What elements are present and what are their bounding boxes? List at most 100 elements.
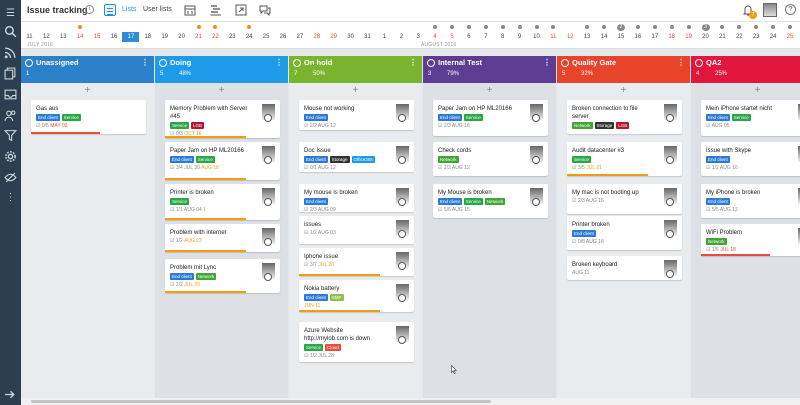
assignee-avatar[interactable]	[262, 104, 275, 122]
assignee-avatar[interactable]	[396, 146, 409, 164]
tab-lists[interactable]: Lists	[122, 6, 136, 13]
timeline-marker[interactable]	[483, 25, 488, 29]
card-tag[interactable]: End client	[572, 230, 596, 237]
user-avatar[interactable]	[763, 3, 777, 17]
assignee-avatar[interactable]	[530, 104, 543, 122]
issue-card[interactable]: Audit datacenter #3 Service ☑ 3/5 JUL 21	[567, 142, 682, 176]
timeline-day[interactable]: 4	[427, 32, 444, 42]
assignee-avatar[interactable]	[396, 252, 409, 270]
timeline-day[interactable]: 19	[156, 32, 173, 42]
timeline-marker[interactable]	[720, 25, 725, 29]
search-icon[interactable]	[4, 25, 17, 38]
timeline-day[interactable]: 21	[714, 32, 731, 42]
timeline-day[interactable]: 18	[663, 32, 680, 42]
assignee-avatar[interactable]	[396, 188, 409, 206]
column-header[interactable]: Unassigned ⋮ 1	[21, 56, 154, 83]
card-tag[interactable]: Service	[463, 198, 483, 205]
expand-icon[interactable]	[235, 4, 247, 16]
scrollbar-thumb[interactable]	[31, 400, 491, 403]
card-tag[interactable]: Service	[463, 114, 483, 121]
card-tag[interactable]: Network	[438, 156, 459, 163]
assignee-avatar[interactable]	[664, 220, 677, 238]
column-menu-icon[interactable]: ⋮	[275, 58, 283, 67]
issue-card[interactable]: Nokia battery End client SMP JUN 11	[299, 280, 414, 312]
timeline-day[interactable]: 10	[528, 32, 545, 42]
timeline-day[interactable]: 6	[460, 32, 477, 42]
timeline-day[interactable]: 24	[765, 32, 782, 42]
horizontal-scrollbar[interactable]	[21, 398, 800, 405]
timeline-count-badge[interactable]: 3	[701, 24, 710, 31]
issue-card[interactable]: Printer broken End client ☑ 0/8 AUG 16	[567, 216, 682, 250]
column-menu-icon[interactable]: ⋮	[677, 58, 685, 67]
hide-eye-icon[interactable]	[4, 171, 17, 184]
add-card-button[interactable]: +	[557, 85, 690, 97]
timeline-day[interactable]: 25	[782, 32, 799, 42]
timeline-day[interactable]: 13	[55, 32, 72, 42]
card-tag[interactable]: End client	[706, 114, 730, 121]
card-tag[interactable]: End client	[304, 198, 328, 205]
card-tag[interactable]: End client	[170, 156, 194, 163]
timeline-marker[interactable]	[551, 25, 556, 29]
issue-card[interactable]: Paper Jam on HP ML20166 End client Service…	[165, 142, 280, 180]
assignee-avatar[interactable]	[664, 104, 677, 122]
calendar-icon[interactable]	[184, 4, 196, 16]
issue-card[interactable]: My iPhone is broken End client ☑ 5/5 AUG 1…	[701, 184, 800, 218]
logout-icon[interactable]	[4, 388, 17, 401]
timeline-day[interactable]: 17	[646, 32, 663, 42]
issue-card[interactable]: WiFi Problem Network ☑ 1/5 JUL 18	[701, 224, 800, 256]
timeline-day[interactable]: 12	[562, 32, 579, 42]
timeline-marker[interactable]	[466, 25, 471, 29]
add-card-button[interactable]: +	[21, 85, 154, 97]
issue-card[interactable]: Broken keyboard AUG 11	[567, 256, 682, 280]
timeline-day[interactable]: 20	[697, 32, 714, 42]
timeline-marker[interactable]	[686, 25, 691, 29]
add-card-button[interactable]: +	[423, 85, 556, 97]
issue-card[interactable]: Printer is broken Service ☑ 1/1 AUG 04 1	[165, 184, 280, 220]
timeline-day[interactable]: 29	[325, 32, 342, 42]
issue-card[interactable]: Problem with internet ☑ 1/2 AUG 23	[165, 224, 280, 252]
timeline-day[interactable]: 12	[38, 32, 55, 42]
issue-card[interactable]: Iphone issue ☑ 3/7 JUL 20	[299, 248, 414, 276]
card-tag[interactable]: End client	[706, 156, 730, 163]
timeline-day[interactable]: 2	[393, 32, 410, 42]
card-tag[interactable]: SMP	[329, 294, 344, 301]
timeline-day[interactable]: 26	[275, 32, 292, 42]
timeline-day[interactable]: 28	[308, 32, 325, 42]
add-card-button[interactable]: +	[691, 85, 800, 97]
issue-card[interactable]: Gas aus End client Service ☑ 0/5 MAY 02	[31, 100, 146, 134]
issue-card[interactable]: Check cords Network ☑ 2/2 AUG 12	[433, 142, 548, 176]
inbox-icon[interactable]	[4, 88, 17, 101]
assignee-avatar[interactable]	[262, 188, 275, 206]
card-tag[interactable]: Service	[170, 198, 190, 205]
timeline-marker[interactable]	[754, 25, 759, 29]
column-header[interactable]: Doing ⋮ 5 48%	[155, 56, 288, 83]
assignee-avatar[interactable]	[530, 188, 543, 206]
assignee-avatar[interactable]	[262, 263, 275, 281]
card-tag[interactable]: Service	[61, 114, 81, 121]
timeline-day[interactable]: 23	[224, 32, 241, 42]
issue-card[interactable]: issues ☑ 1/2 AUG 03	[299, 216, 414, 244]
issue-card[interactable]: Mouse not working End client ☑ 2/2 AUG 12	[299, 100, 414, 130]
issue-card[interactable]: My mouse is broken End client ☑ 2/3 AUG 09	[299, 184, 414, 213]
timeline-day[interactable]: 31	[359, 32, 376, 42]
issue-card[interactable]: Broken connection to file server Network S…	[567, 100, 682, 134]
timeline-marker[interactable]	[196, 25, 201, 29]
comments-icon[interactable]	[259, 4, 271, 17]
assignee-avatar[interactable]	[262, 146, 275, 164]
timeline-day[interactable]: 15	[89, 32, 106, 42]
timeline-day[interactable]: 22	[731, 32, 748, 42]
card-tag[interactable]: Network	[195, 273, 217, 280]
card-tag[interactable]: End client	[706, 198, 730, 205]
issue-card[interactable]: Mein iPhone startet nicht End client Servi…	[701, 100, 800, 136]
timeline-day[interactable]: 3	[410, 32, 427, 42]
timeline-day[interactable]: 24	[241, 32, 258, 42]
assignee-avatar[interactable]	[664, 260, 677, 278]
timeline-marker[interactable]	[585, 25, 590, 29]
gantt-icon[interactable]	[210, 4, 222, 16]
card-tag[interactable]: LGB	[616, 122, 630, 129]
timeline-marker[interactable]	[247, 25, 252, 29]
column-header[interactable]: On hold ⋮ 7 50%	[289, 56, 422, 83]
assignee-avatar[interactable]	[262, 228, 275, 246]
timeline-day[interactable]: 19	[680, 32, 697, 42]
card-tag[interactable]: Network	[572, 122, 593, 129]
